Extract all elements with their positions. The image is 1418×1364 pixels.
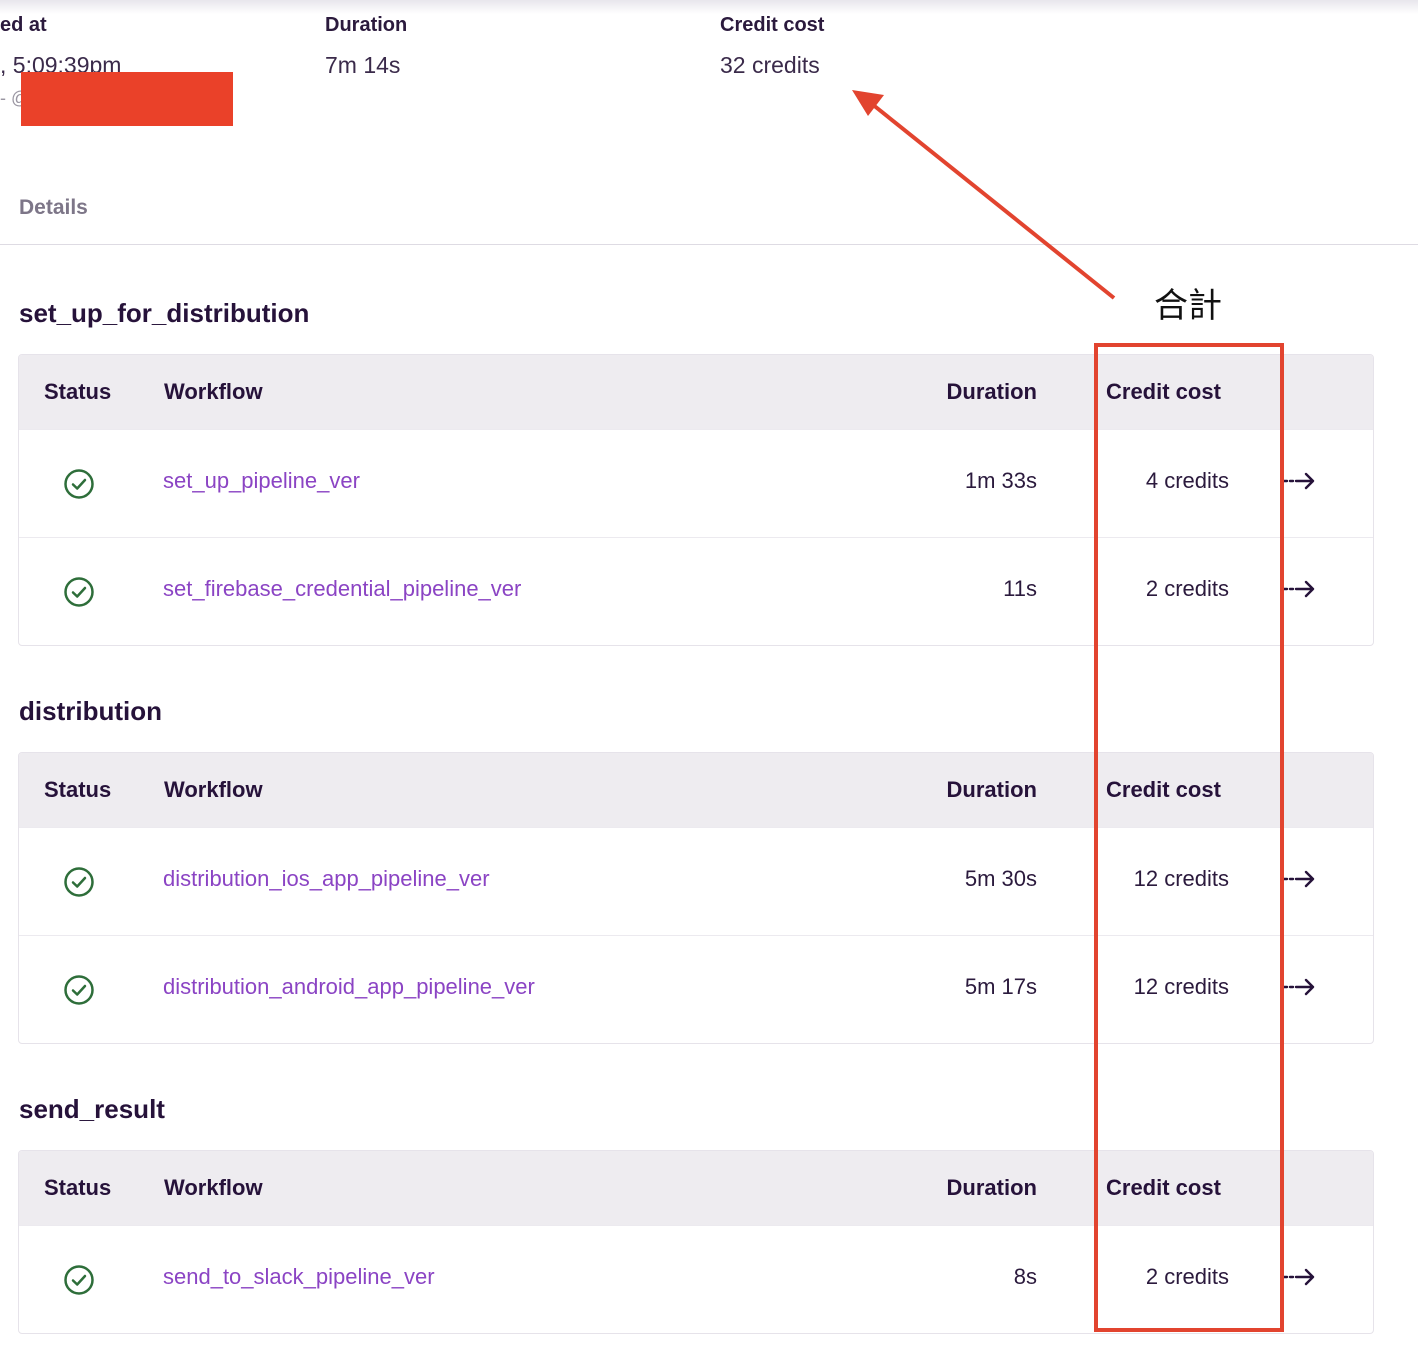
arrow-right-icon[interactable] <box>1283 1268 1317 1286</box>
annotation-highlight-box <box>1094 343 1284 1332</box>
build-details-page: ed at , 5:09:39pm - @ Duration 7m 14s Cr… <box>0 0 1418 1364</box>
duration-column-header: Duration <box>946 1175 1037 1200</box>
section-title: distribution <box>19 696 162 726</box>
workflow-link[interactable]: set_up_pipeline_ver <box>163 468 360 494</box>
duration-column-header: Duration <box>946 379 1037 404</box>
section-title: set_up_for_distribution <box>19 298 310 328</box>
duration-column-header: Duration <box>946 777 1037 802</box>
credit-cost-label: Credit cost <box>720 14 825 36</box>
workflow-duration: 5m 30s <box>964 866 1037 891</box>
success-check-icon <box>64 867 94 897</box>
success-check-icon <box>64 1265 94 1295</box>
arrow-right-icon[interactable] <box>1283 580 1317 598</box>
tab-details[interactable]: Details <box>19 196 88 220</box>
status-column-header: Status <box>44 1175 112 1200</box>
redaction-box <box>21 72 233 126</box>
workflow-column-header: Workflow <box>164 379 263 404</box>
workflow-duration: 1m 33s <box>964 468 1037 493</box>
success-check-icon <box>64 577 94 607</box>
status-column-header: Status <box>44 379 112 404</box>
duration-value: 7m 14s <box>325 52 401 78</box>
workflow-link[interactable]: distribution_android_app_pipeline_ver <box>163 974 535 1000</box>
tab-divider <box>0 244 1418 245</box>
workflow-link[interactable]: set_firebase_credential_pipeline_ver <box>163 576 521 602</box>
success-check-icon <box>64 975 94 1005</box>
workflow-duration: 8s <box>1013 1264 1037 1289</box>
credit-cost-total: 32 credits <box>720 52 820 78</box>
workflow-duration: 11s <box>1003 576 1037 601</box>
arrow-right-icon[interactable] <box>1283 978 1317 996</box>
started-at-label: ed at <box>0 14 47 36</box>
workflow-column-header: Workflow <box>164 777 263 802</box>
workflow-link[interactable]: distribution_ios_app_pipeline_ver <box>163 866 490 892</box>
header-shadow <box>0 0 1418 14</box>
arrow-right-icon[interactable] <box>1283 472 1317 490</box>
workflow-link[interactable]: send_to_slack_pipeline_ver <box>163 1264 435 1290</box>
status-column-header: Status <box>44 777 112 802</box>
annotation-total-label: 合計 <box>1154 286 1222 326</box>
duration-label: Duration <box>325 14 408 36</box>
section-title: send_result <box>19 1094 165 1124</box>
workflow-column-header: Workflow <box>164 1175 263 1200</box>
arrow-right-icon[interactable] <box>1283 870 1317 888</box>
workflow-duration: 5m 17s <box>964 974 1037 999</box>
success-check-icon <box>64 469 94 499</box>
